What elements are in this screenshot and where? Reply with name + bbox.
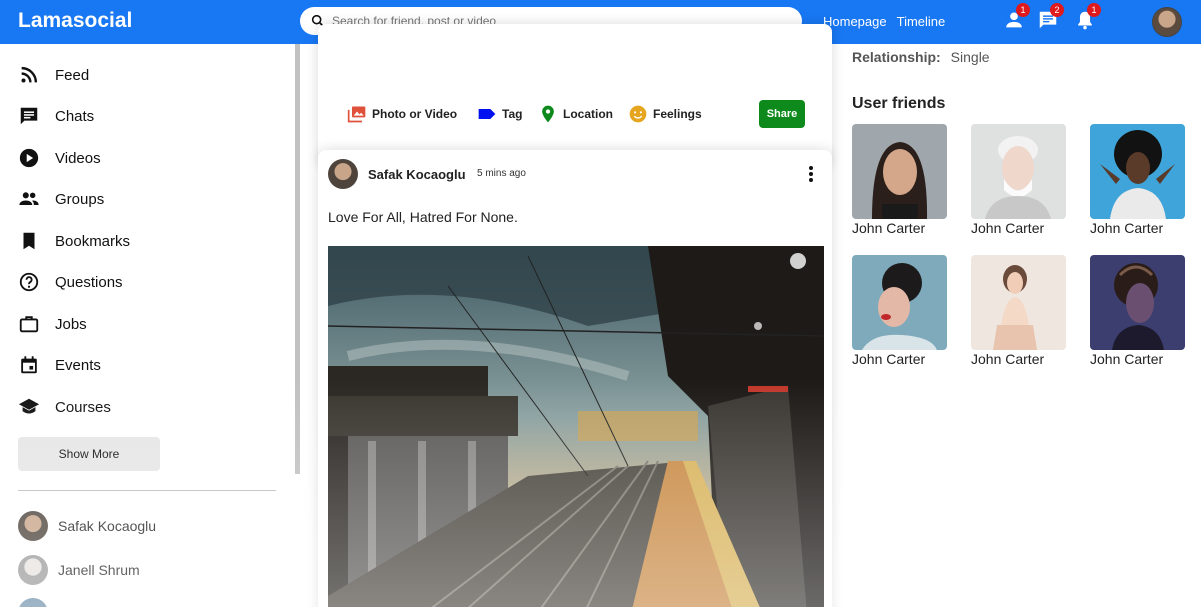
friend-photo (852, 255, 947, 350)
sidebar-item-chats[interactable]: Chats (18, 104, 94, 128)
sidebar-item-label: Questions (55, 273, 123, 291)
sidebar-item-label: Jobs (55, 315, 87, 333)
friend-card[interactable]: John Carter (852, 255, 947, 367)
app-logo[interactable]: Lamasocial (18, 9, 132, 33)
event-icon (21, 356, 37, 374)
sidebar-item-feed[interactable]: Feed (18, 63, 89, 87)
chat-icon (20, 107, 38, 125)
sidebar-item-label: Bookmarks (55, 232, 131, 250)
messages-badge: 2 (1050, 3, 1064, 17)
sidebar-friend-item[interactable]: Safak Kocaoglu (18, 511, 156, 541)
friend-name: John Carter (852, 220, 926, 236)
rightbar: Relationship: Single User friends John Ca… (840, 44, 1201, 607)
post-timestamp: 5 mins ago (477, 168, 526, 179)
friend-requests-button[interactable]: 1 (1003, 3, 1030, 31)
sidebar-divider (18, 490, 276, 491)
sidebar-item-courses[interactable]: Courses (18, 395, 111, 419)
post-image[interactable] (328, 246, 824, 607)
tag-option[interactable]: Tag (477, 104, 522, 124)
sidebar-item-label: Events (55, 356, 101, 374)
friend-card[interactable]: John Carter (852, 124, 947, 236)
sidebar-item-label: Chats (55, 107, 95, 125)
friend-name: John Carter (971, 220, 1045, 236)
sidebar-item-events[interactable]: Events (18, 353, 101, 377)
option-label: Tag (502, 107, 523, 121)
perm-media-icon (347, 106, 366, 123)
bookmark-icon (23, 232, 35, 250)
play-circle-icon (19, 148, 39, 168)
top-links: Homepage Timeline (823, 14, 945, 29)
school-icon (18, 398, 40, 414)
relationship-info: Relationship: Single (852, 49, 990, 65)
room-icon (542, 105, 554, 123)
friend-name: John Carter (1090, 351, 1164, 367)
share-card: Photo or Video Tag Location Feelings Sha… (318, 24, 832, 166)
friend-photo (1090, 124, 1185, 219)
friend-name: John Carter (852, 351, 926, 367)
relationship-value: Single (950, 49, 990, 65)
friend-card[interactable]: John Carter (1090, 255, 1185, 367)
help-outline-icon (19, 272, 39, 292)
post-username[interactable]: Safak Kocaoglu (368, 167, 466, 182)
post-card: Safak Kocaoglu 5 mins ago Love For All, … (318, 150, 832, 607)
friend-name: Safak Kocaoglu (58, 518, 157, 534)
sidebar-item-groups[interactable]: Groups (18, 187, 104, 211)
avatar[interactable] (328, 159, 358, 189)
sidebar-item-label: Videos (55, 149, 101, 167)
emoji-icon (629, 105, 647, 123)
friend-photo (971, 124, 1066, 219)
notifications-button[interactable]: 1 (1074, 3, 1101, 31)
friend-card[interactable]: John Carter (971, 124, 1066, 236)
timeline-link[interactable]: Timeline (897, 14, 946, 29)
sidebar-item-jobs[interactable]: Jobs (18, 312, 87, 336)
messages-button[interactable]: 2 (1037, 3, 1064, 31)
rss-feed-icon (21, 66, 38, 83)
sidebar-item-label: Feed (55, 66, 90, 84)
sidebar-item-label: Groups (55, 190, 105, 208)
avatar (18, 511, 48, 541)
photo-video-option[interactable]: Photo or Video (347, 104, 457, 124)
share-button[interactable]: Share (759, 100, 805, 128)
show-more-button[interactable]: Show More (18, 437, 160, 471)
friend-card[interactable]: John Carter (1090, 124, 1185, 236)
friend-photo (1090, 255, 1185, 350)
feelings-option[interactable]: Feelings (628, 104, 702, 124)
friend-requests-badge: 1 (1016, 3, 1030, 17)
sidebar-item-videos[interactable]: Videos (18, 146, 101, 170)
option-label: Feelings (653, 107, 702, 121)
option-label: Photo or Video (372, 107, 458, 121)
notifications-badge: 1 (1087, 3, 1101, 17)
friend-name: John Carter (1090, 220, 1164, 236)
label-icon (478, 109, 496, 119)
avatar (18, 555, 48, 585)
user-friends-title: User friends (852, 95, 946, 112)
sidebar-item-questions[interactable]: Questions (18, 270, 123, 294)
profile-avatar[interactable] (1152, 7, 1182, 37)
location-option[interactable]: Location (538, 104, 613, 124)
friend-photo (852, 124, 947, 219)
homepage-link[interactable]: Homepage (823, 14, 887, 29)
friend-name: John Carter (971, 351, 1045, 367)
friend-card[interactable]: John Carter (971, 255, 1066, 367)
sidebar-item-label: Courses (55, 398, 111, 416)
post-text: Love For All, Hatred For None. (328, 209, 518, 225)
work-outline-icon (19, 316, 39, 333)
more-vert-icon[interactable] (804, 164, 818, 184)
group-icon (19, 192, 39, 205)
relationship-key: Relationship: (852, 49, 941, 65)
sidebar-item-bookmarks[interactable]: Bookmarks (18, 229, 130, 253)
feed: Photo or Video Tag Location Feelings Sha… (300, 24, 840, 607)
option-label: Location (563, 107, 613, 121)
friend-name: Janell Shrum (58, 562, 140, 578)
friend-photo (971, 255, 1066, 350)
sidebar-friend-item[interactable]: Janell Shrum (18, 555, 140, 585)
